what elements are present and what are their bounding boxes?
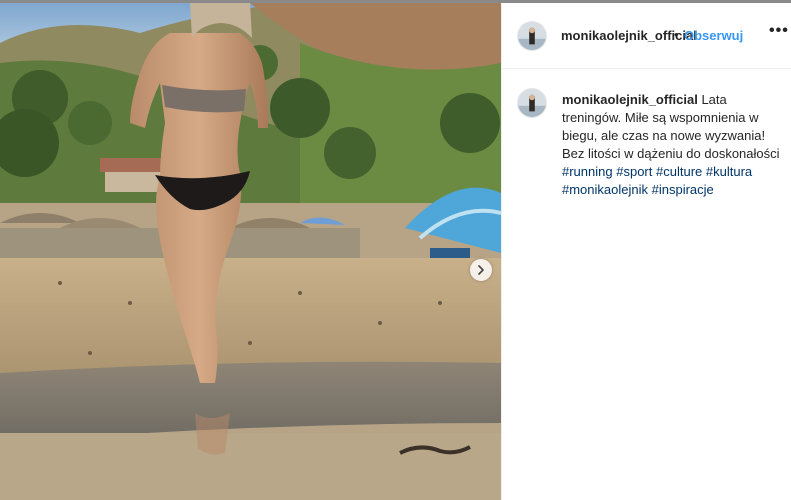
more-options-icon[interactable]: ••• — [769, 23, 789, 39]
chevron-right-icon — [478, 265, 484, 275]
caption-username-link[interactable]: monikaolejnik_official — [562, 92, 698, 107]
avatar-image — [518, 22, 546, 50]
hashtag-link[interactable]: #monikaolejnik — [562, 182, 648, 197]
hashtag-link[interactable]: #running — [562, 164, 613, 179]
hashtag-link[interactable]: #culture — [656, 164, 702, 179]
post-side-panel: monikaolejnik_official • Obserwuj ••• mo… — [501, 3, 791, 500]
beach-runner-image — [0, 3, 501, 500]
hashtag-link[interactable]: #sport — [616, 164, 652, 179]
separator-dot: • — [674, 27, 679, 42]
hashtag-link[interactable]: #inspiracje — [652, 182, 714, 197]
avatar[interactable] — [517, 21, 547, 51]
avatar-image — [518, 89, 546, 117]
avatar[interactable] — [517, 88, 547, 118]
follow-button[interactable]: Obserwuj — [684, 28, 743, 43]
instagram-post-view: monikaolejnik_official • Obserwuj ••• mo… — [0, 0, 791, 500]
post-header: monikaolejnik_official • Obserwuj ••• — [502, 3, 791, 69]
post-photo[interactable] — [0, 3, 501, 500]
next-photo-button[interactable] — [470, 259, 492, 281]
caption-text: monikaolejnik_official Lata treningów. M… — [562, 91, 784, 199]
hashtag-link[interactable]: #kultura — [706, 164, 752, 179]
